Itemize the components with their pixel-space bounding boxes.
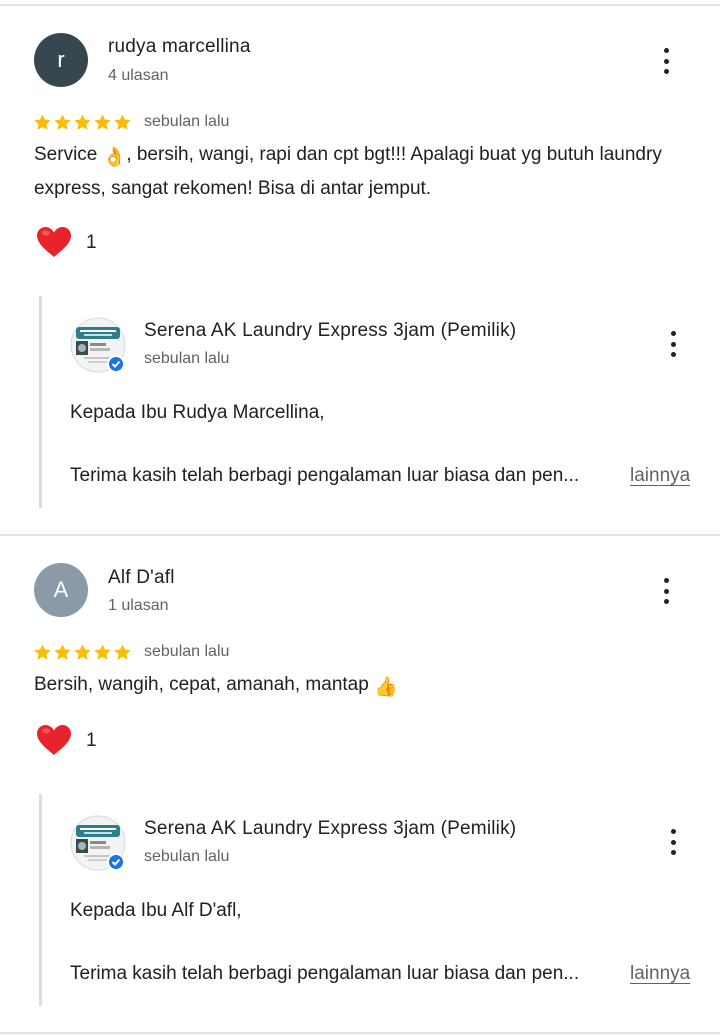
read-more-link[interactable]: lainnya xyxy=(630,465,690,487)
reply-date: sebulan lalu xyxy=(144,350,230,367)
owner-name[interactable]: Serena AK Laundry Express 3jam (Pemilik) xyxy=(144,818,516,840)
read-more-link[interactable]: lainnya xyxy=(630,963,690,985)
laundry-logo-icon xyxy=(70,317,126,373)
thumbs-up-emoji: 👍 xyxy=(374,677,398,698)
like-count: 1 xyxy=(86,232,97,253)
reply-thread-line xyxy=(39,296,42,508)
star-icon xyxy=(94,644,111,660)
reply-more-options-icon[interactable] xyxy=(661,327,685,361)
owner-name[interactable]: Serena AK Laundry Express 3jam (Pemilik) xyxy=(144,320,516,342)
review-text: Service 👌, bersih, wangi, rapi dan cpt b… xyxy=(34,139,674,204)
star-icon xyxy=(74,644,91,660)
star-icon xyxy=(94,114,111,130)
reviewer-name[interactable]: rudya marcellina xyxy=(108,36,251,58)
owner-avatar[interactable] xyxy=(70,815,126,871)
review-text: Bersih, wangih, cepat, amanah, mantap 👍 xyxy=(34,669,674,703)
reply-date: sebulan lalu xyxy=(144,848,230,865)
more-options-icon[interactable] xyxy=(654,574,678,608)
reviewer-avatar[interactable]: r xyxy=(34,33,88,87)
star-rating xyxy=(33,113,132,132)
review-text-part: Service xyxy=(34,144,103,165)
reviewer-avatar[interactable]: A xyxy=(34,563,88,617)
heart-icon[interactable] xyxy=(36,724,72,756)
more-options-icon[interactable] xyxy=(654,44,678,78)
reply-greeting: Kepada Ibu Rudya Marcellina, xyxy=(70,402,325,423)
reviewer-review-count: 1 ulasan xyxy=(108,597,169,614)
star-rating xyxy=(33,643,132,662)
ok-hand-emoji: 👌 xyxy=(102,147,127,168)
star-icon xyxy=(34,114,51,130)
review-card: A Alf D'afl 1 ulasan sebulan lalu Bersih… xyxy=(0,536,720,1032)
star-icon xyxy=(54,644,71,660)
reply-excerpt: Terima kasih telah berbagi pengalaman lu… xyxy=(70,465,580,486)
heart-icon[interactable] xyxy=(36,226,72,258)
review-text-part: , bersih, wangi, rapi dan cpt bgt!!! Apa… xyxy=(34,144,662,199)
review-date: sebulan lalu xyxy=(144,113,230,130)
star-icon xyxy=(54,114,71,130)
laundry-logo-icon xyxy=(70,815,126,871)
bottom-divider xyxy=(0,1032,720,1034)
avatar-letter: A xyxy=(53,577,69,602)
star-icon xyxy=(34,644,51,660)
owner-avatar[interactable] xyxy=(70,317,126,373)
review-card: r rudya marcellina 4 ulasan sebulan lalu… xyxy=(0,0,720,534)
like-count: 1 xyxy=(86,730,97,751)
review-date: sebulan lalu xyxy=(144,643,230,660)
reviewer-review-count: 4 ulasan xyxy=(108,67,169,84)
reply-more-options-icon[interactable] xyxy=(661,825,685,859)
reply-greeting: Kepada Ibu Alf D'afl, xyxy=(70,900,242,921)
review-text-part: Bersih, wangih, cepat, amanah, mantap xyxy=(34,674,375,695)
star-icon xyxy=(114,114,131,130)
star-icon xyxy=(74,114,91,130)
avatar-letter: r xyxy=(57,47,65,72)
reviewer-name[interactable]: Alf D'afl xyxy=(108,567,175,589)
star-icon xyxy=(114,644,131,660)
reply-excerpt: Terima kasih telah berbagi pengalaman lu… xyxy=(70,963,580,984)
reply-thread-line xyxy=(39,794,42,1006)
